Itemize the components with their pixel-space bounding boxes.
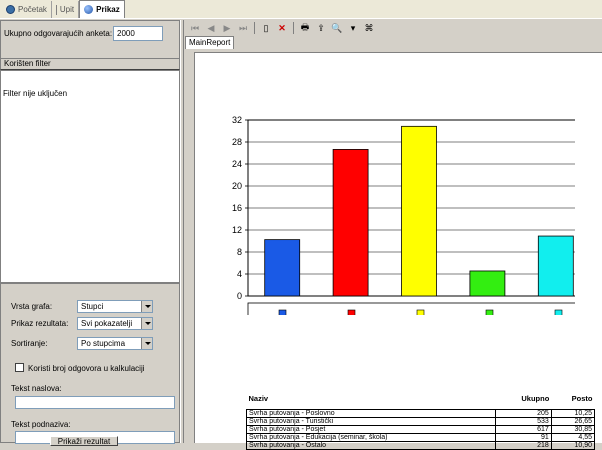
chevron-down-icon[interactable]: ▾ [346, 21, 360, 35]
report-viewer: 048121620242832Svrha putovanja -Poslovno… [194, 52, 602, 450]
row-ukupno: 533 [495, 417, 552, 426]
page-icon[interactable]: ▯ [259, 21, 273, 35]
prev-page-icon[interactable]: ◀ [204, 21, 218, 35]
y-tick-label: 20 [232, 181, 242, 191]
tab-upit-label: Upit [59, 5, 75, 14]
col-ukupno: Ukupno [495, 391, 552, 410]
legend-swatch [347, 309, 356, 315]
legend-swatch [485, 309, 494, 315]
row-posto: 4,55 [550, 433, 596, 442]
y-tick-label: 4 [237, 269, 242, 279]
export-icon[interactable]: ⇪ [314, 21, 328, 35]
legend-swatch [278, 309, 287, 315]
col-posto: Posto [551, 391, 595, 410]
total-panel: Ukupno odgovarajućih anketa: 2000 [0, 20, 180, 60]
toolbar-divider [254, 22, 255, 34]
row-naziv: Svrha putovanja - Poslovno [245, 409, 497, 418]
tab-prikaz[interactable]: Prikaz [79, 0, 125, 18]
close-icon[interactable]: ✕ [275, 21, 289, 35]
toolbar-divider [293, 22, 294, 34]
row-posto: 30,85 [550, 425, 596, 434]
col-naziv: Naziv [246, 391, 496, 410]
title-text-input[interactable] [15, 396, 175, 409]
table-row: Svrha putovanja - Edukacija (seminar, šk… [245, 433, 596, 442]
show-result-button[interactable]: Prikaži rezultat [50, 436, 118, 446]
sort-label: Sortiranje: [11, 339, 48, 348]
report-table: Naziv Ukupno Posto Svrha putovanja - Pos… [245, 391, 596, 450]
total-label: Ukupno odgovarajućih anketa: [4, 29, 113, 38]
y-tick-label: 0 [237, 291, 242, 301]
row-naziv: Svrha putovanja - Posjet [245, 425, 497, 434]
row-posto: 10,25 [550, 409, 596, 418]
tab-pocetak[interactable]: Početak [2, 1, 52, 18]
chart-legend [247, 302, 575, 315]
first-page-icon[interactable]: ⏮ [188, 21, 202, 35]
separator-icon [55, 4, 57, 15]
next-page-icon[interactable]: ▶ [220, 21, 234, 35]
top-tab-bar: Početak Upit Prikaz [0, 0, 602, 19]
report-panel: ⏮ ◀ ▶ ⏭ ▯ ✕ 🖶 ⇪ 🔍 ▾ ⌘ MainReport 0 4 8 12 16… [184, 20, 602, 450]
home-icon [6, 5, 15, 14]
legend-swatch [416, 309, 425, 315]
table-row: Svrha putovanja - Posjet 617 30,85 [245, 425, 596, 434]
row-ukupno: 91 [495, 433, 552, 442]
result-value: Svi pokazatelji [81, 319, 133, 328]
row-posto: 26,65 [550, 417, 596, 426]
globe-icon [84, 5, 94, 14]
row-ukupno: 617 [495, 425, 552, 434]
tab-upit[interactable]: Upit [52, 1, 80, 18]
zoom-icon[interactable]: 🔍 [330, 21, 344, 35]
chevron-down-icon[interactable] [141, 318, 152, 329]
row-naziv: Svrha putovanja - Edukacija (seminar, šk… [245, 433, 497, 442]
table-row: Svrha putovanja - Poslovno 205 10,25 [245, 409, 596, 418]
graph-type-select[interactable]: Stupci [77, 300, 153, 313]
use-answers-checkbox[interactable] [15, 363, 24, 372]
row-naziv: Svrha putovanja - Turistički [245, 417, 497, 426]
tab-prikaz-label: Prikaz [96, 5, 120, 14]
chevron-down-icon[interactable] [141, 301, 152, 312]
y-tick-label: 32 [232, 115, 242, 125]
checkbox-label: Koristi broj odgovora u kalkulaciji [28, 364, 145, 373]
y-tick-label: 28 [232, 137, 242, 147]
filter-header: Korišten filter [0, 58, 180, 70]
y-tick-label: 8 [237, 247, 242, 257]
graph-type-label: Vrsta grafa: [11, 302, 53, 311]
result-select[interactable]: Svi pokazatelji [77, 317, 153, 330]
chevron-down-icon[interactable] [141, 338, 152, 349]
subtitle-text-label: Tekst podnaziva: [11, 420, 71, 429]
bar-turisti-ki [332, 149, 369, 297]
row-ukupno: 205 [495, 409, 552, 418]
left-panel: Ukupno odgovarajućih anketa: 2000 Korišt… [0, 20, 180, 446]
sort-select[interactable]: Po stupcima [77, 337, 153, 350]
y-tick-label: 16 [232, 203, 242, 213]
legend-swatch [554, 309, 563, 315]
bar-chart: 048121620242832Svrha putovanja -Poslovno… [232, 115, 575, 315]
filter-text: Filter nije uključen [3, 89, 68, 98]
binoculars-icon[interactable]: ⌘ [362, 21, 376, 35]
report-toolbar: ⏮ ◀ ▶ ⏭ ▯ ✕ 🖶 ⇪ 🔍 ▾ ⌘ [184, 20, 602, 36]
table-header-row: Naziv Ukupno Posto [246, 391, 595, 410]
graph-type-value: Stupci [81, 302, 104, 311]
y-tick-label: 12 [232, 225, 242, 235]
options-panel: Vrsta grafa: Stupci Prikaz rezultata: Sv… [0, 283, 180, 444]
last-page-icon[interactable]: ⏭ [236, 21, 250, 35]
print-icon[interactable]: 🖶 [298, 21, 312, 35]
total-field[interactable]: 2000 [113, 26, 163, 41]
bar-poslovno [264, 239, 301, 297]
bar-ostalo [537, 235, 574, 297]
y-tick-label: 24 [232, 159, 242, 169]
sort-value: Po stupcima [81, 339, 126, 348]
title-text-label: Tekst naslova: [11, 384, 62, 393]
table-row: Svrha putovanja - Turistički 533 26,65 [245, 417, 596, 426]
tab-pocetak-label: Početak [18, 5, 47, 14]
filter-body: Filter nije uključen [0, 70, 180, 283]
tab-mainreport[interactable]: MainReport [185, 36, 235, 49]
bar-edukacija [469, 270, 506, 297]
result-label: Prikaz rezultata: [11, 319, 69, 328]
bar-posjet [401, 125, 437, 297]
